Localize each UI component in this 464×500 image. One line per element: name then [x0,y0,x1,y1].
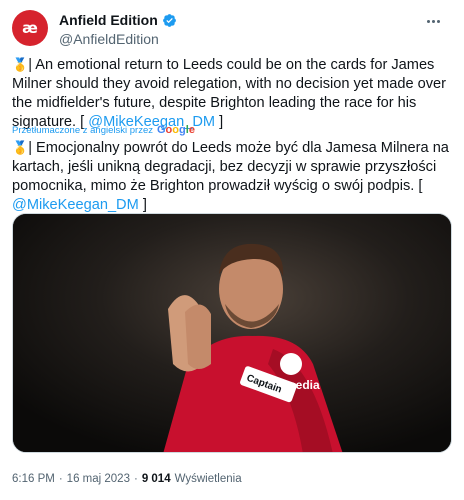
translated-text: | Emocjonalny powrót do Leeds może być d… [12,140,449,194]
translated-close-bracket: ] [142,197,147,213]
tweet-date[interactable]: 16 maj 2023 [67,473,130,485]
original-close-bracket: ] [219,114,224,130]
player-photo-illustration: expedia Captain [13,214,451,452]
tweet-text-translated: 🥇| Emocjonalny powrót do Leeds może być … [12,138,457,215]
views-count: 9 014 [141,473,171,485]
tweet-header: æ Anfield Edition @AnfieldEdition [12,8,452,48]
name-row: Anfield Edition [59,12,177,28]
author-block: Anfield Edition @AnfieldEdition [59,12,177,47]
views-label: Wyświetlenia [174,473,242,485]
footer-separator: · [58,473,63,485]
display-name[interactable]: Anfield Edition [59,12,158,28]
original-text: | An emotional return to Leeds could be … [12,57,447,130]
avatar[interactable]: æ [12,10,48,46]
tweet-time[interactable]: 6:16 PM [12,473,55,485]
more-options-icon[interactable] [422,14,444,28]
verified-badge-icon [162,13,176,27]
tweet-text-original: 🥇| An emotional return to Leeds could be… [12,55,457,132]
footer-separator: · [133,473,138,485]
handle[interactable]: @AnfieldEdition [59,31,177,47]
tweet-photo[interactable]: expedia Captain [12,213,452,453]
avatar-logo-text: æ [22,19,38,37]
mention-link[interactable]: @MikeKeegan_DM [12,197,139,213]
translation-attribution[interactable]: Przetłumaczone z angielski przez Google [12,124,195,136]
translation-label: Przetłumaczone z angielski przez [12,124,153,136]
medal-icon: 🥇 [12,140,29,155]
google-logo: Google [156,124,195,136]
tweet-footer: 6:16 PM · 16 maj 2023 · 9 014 Wyświetlen… [12,473,242,485]
medal-icon: 🥇 [12,57,29,72]
tweet-card: æ Anfield Edition @AnfieldEdition 🥇| An … [0,0,464,500]
